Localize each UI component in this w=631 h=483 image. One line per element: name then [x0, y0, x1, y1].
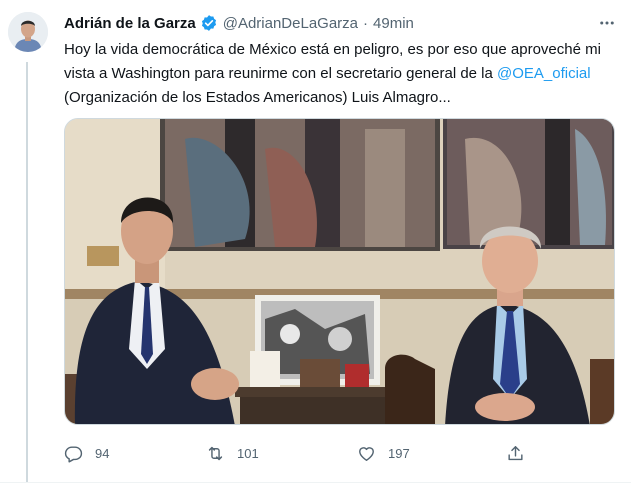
tweet-actions: 94 101 197	[64, 440, 604, 466]
more-horizontal-icon[interactable]	[596, 13, 618, 33]
retweet-count: 101	[237, 445, 259, 461]
verified-badge-icon	[200, 14, 218, 32]
tweet-text-part2: (Organización de los Estados Americanos)…	[64, 89, 451, 106]
tweet-photo[interactable]	[64, 118, 615, 425]
heart-icon	[357, 444, 376, 463]
reply-count: 94	[95, 445, 110, 461]
tweet-text: Hoy la vida democrática de México está e…	[64, 38, 620, 110]
retweet-button[interactable]: 101	[206, 440, 259, 466]
timestamp[interactable]: 49min	[373, 15, 414, 32]
separator-dot: ·	[363, 14, 369, 32]
like-count: 197	[388, 445, 410, 461]
reply-button[interactable]: 94	[64, 440, 109, 466]
share-button[interactable]	[506, 440, 525, 466]
avatar[interactable]	[8, 12, 48, 52]
retweet-icon	[206, 444, 225, 463]
thread-line	[26, 62, 28, 483]
tweet[interactable]: Adrián de la Garza @AdrianDeLaGarza · 49…	[0, 0, 631, 483]
author-name[interactable]: Adrián de la Garza	[64, 15, 196, 32]
mention-link[interactable]: @OEA_oficial	[497, 65, 591, 82]
reply-icon	[64, 444, 83, 463]
author-handle[interactable]: @AdrianDeLaGarza	[223, 15, 358, 32]
like-button[interactable]: 197	[357, 440, 410, 466]
tweet-header: Adrián de la Garza @AdrianDeLaGarza · 49…	[64, 12, 414, 34]
share-icon	[506, 444, 525, 463]
